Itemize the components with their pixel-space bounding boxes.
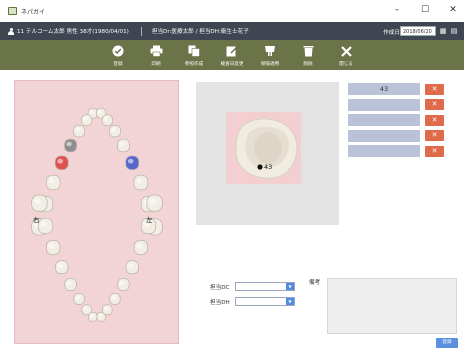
staff-info: 担当Dr:医療太郎 / 担当DH:衛生士花子 [151, 29, 249, 35]
insurance-button[interactable]: 保険適用 [251, 40, 289, 70]
printer-icon [149, 44, 163, 58]
tooth-lower[interactable] [55, 260, 69, 275]
tooth-lower[interactable] [37, 217, 54, 234]
tooth-slot[interactable]: 43 [348, 83, 420, 95]
maximize-icon[interactable]: ☐ [420, 5, 430, 15]
divider [140, 26, 142, 36]
slot-row: 43 ✕ [348, 83, 444, 95]
tooth-lower[interactable] [81, 304, 92, 316]
toolbar: 登録 印刷 参照作成 検査日変更 保険適用 削除 閉じる [0, 40, 464, 70]
submit-button[interactable]: 登録 [436, 338, 458, 348]
teeth-diagram[interactable] [15, 81, 180, 345]
dh-label: 担当DH [210, 300, 230, 306]
check-circle-icon [111, 44, 125, 58]
left-side-label: 左 [146, 216, 153, 224]
tooth-lower[interactable] [31, 194, 48, 212]
chevron-down-icon: ▼ [286, 283, 294, 290]
tooth-lower[interactable] [117, 278, 130, 291]
tooth-upper[interactable] [81, 114, 93, 127]
tooth-upper[interactable] [108, 124, 121, 138]
shop-icon [263, 44, 277, 58]
close-icon [339, 44, 353, 58]
tooth-upper[interactable] [54, 155, 69, 170]
tooth-upper[interactable] [64, 138, 77, 153]
remove-slot-button[interactable]: ✕ [425, 130, 444, 142]
tooth-upper[interactable] [73, 124, 86, 138]
tooth-upper[interactable] [101, 114, 113, 127]
tooth-lower[interactable] [73, 292, 85, 305]
notes-label: 備考 [309, 280, 321, 286]
date-input[interactable]: 2018/06/20 [400, 26, 436, 36]
close-button[interactable]: 閉じる [327, 40, 365, 70]
chevron-down-icon: ▼ [286, 298, 294, 305]
window-title: ネパガイ [21, 8, 46, 16]
user-icon [8, 27, 14, 35]
tooth-lower[interactable] [46, 240, 61, 255]
reference-create-button[interactable]: 参照作成 [175, 40, 213, 70]
tooth-upper[interactable] [45, 174, 61, 191]
dc-select[interactable]: ▼ [235, 282, 295, 291]
delete-button[interactable]: 削除 [289, 40, 327, 70]
remove-slot-button[interactable]: ✕ [425, 145, 444, 157]
register-label: 登録 [113, 62, 123, 67]
tooth-lower[interactable] [109, 292, 121, 305]
tooth-slot[interactable] [348, 114, 420, 127]
tooth-upper[interactable] [125, 155, 140, 170]
tooth-slot[interactable] [348, 145, 420, 158]
app-icon [8, 7, 17, 15]
remove-slot-button[interactable]: ✕ [425, 83, 444, 95]
tooth-slot[interactable] [348, 129, 420, 142]
print-label: 印刷 [151, 62, 161, 67]
date-label: 作成日 [383, 30, 400, 36]
title-bar: ネパガイ – ☐ ✕ [0, 0, 464, 22]
dc-label: 担当DC [210, 285, 230, 291]
print-button[interactable]: 印刷 [137, 40, 175, 70]
right-side-label: 右 [33, 216, 40, 224]
edit-icon [225, 44, 239, 58]
register-button[interactable]: 登録 [99, 40, 137, 70]
tooth-lower[interactable] [102, 304, 113, 316]
tooth-upper[interactable] [133, 174, 149, 191]
remove-slot-button[interactable]: ✕ [425, 114, 444, 126]
reference-create-label: 参照作成 [184, 62, 204, 67]
close-label: 閉じる [339, 62, 353, 67]
window-controls: – ☐ ✕ [392, 5, 458, 15]
slot-row: ✕ [348, 129, 444, 142]
tooth-lower[interactable] [146, 194, 163, 212]
change-date-button[interactable]: 検査日変更 [213, 40, 251, 70]
slot-row: ✕ [348, 145, 444, 158]
patient-info-bar: 11 テルコーム太郎 男性 38才(1980/04/01) 担当Dr:医療太郎 … [0, 22, 464, 40]
settings-icon[interactable]: ▤ [450, 27, 458, 35]
slot-row: ✕ [348, 114, 444, 127]
tooth-detail-view: 43 [196, 82, 339, 225]
remove-slot-button[interactable]: ✕ [425, 99, 444, 111]
dh-select[interactable]: ▼ [235, 297, 295, 306]
patient-info: 11 テルコーム太郎 男性 38才(1980/04/01) [17, 29, 129, 35]
tooth-lower[interactable] [133, 240, 148, 255]
insurance-label: 保険適用 [260, 62, 280, 67]
tooth-number-marker: 43 [264, 163, 273, 171]
slot-row: ✕ [348, 98, 444, 111]
delete-label: 削除 [303, 62, 313, 67]
calendar-icon[interactable]: ▦ [439, 27, 447, 35]
dental-chart: 右 左 [14, 80, 179, 344]
tooth-upper[interactable] [117, 138, 130, 153]
trash-icon [301, 44, 315, 58]
tooth-closeup[interactable] [196, 82, 339, 225]
copy-icon [187, 44, 201, 58]
tooth-slot[interactable] [348, 98, 420, 111]
notes-textarea[interactable] [327, 278, 457, 334]
tooth-lower[interactable] [64, 278, 77, 291]
tooth-lower[interactable] [125, 260, 139, 275]
change-date-label: 検査日変更 [220, 62, 244, 67]
minimize-icon[interactable]: – [392, 5, 402, 15]
close-window-icon[interactable]: ✕ [448, 5, 458, 15]
selected-teeth-list: 43 ✕ ✕ ✕ ✕ ✕ [348, 83, 444, 161]
